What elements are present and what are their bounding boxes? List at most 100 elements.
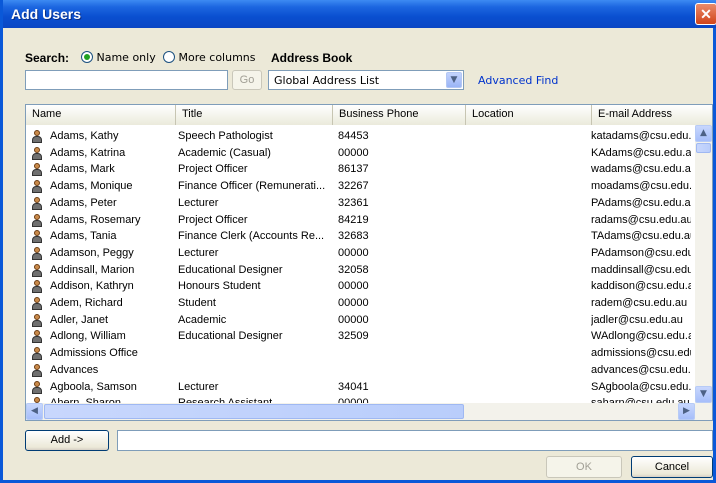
cell-location (472, 328, 587, 344)
chevron-up-icon[interactable]: ▲ (695, 125, 712, 142)
add-users-dialog: Add Users ✕ Search: Name only More colum… (0, 0, 716, 483)
cell-title: Project Officer (178, 213, 248, 226)
cell-name: Agboola, Samson (50, 380, 137, 393)
cell-location (472, 312, 587, 328)
cell-location (472, 379, 587, 395)
chevron-down-icon[interactable]: ▼ (446, 72, 462, 88)
address-book-dropdown[interactable]: Global Address List ▼ (268, 70, 464, 90)
column-header-location[interactable]: Location (466, 105, 592, 125)
window-title: Add Users (11, 6, 82, 22)
cell-title: Educational Designer (178, 330, 283, 343)
table-row[interactable]: Adams, Mark Project Officer 86137 wadams@cs… (26, 161, 694, 177)
table-row[interactable]: Adams, Kathy Speech Pathologist 84453 katad… (26, 128, 694, 144)
ok-button[interactable]: OK (546, 456, 622, 478)
cell-location (472, 362, 587, 378)
table-row[interactable]: Advances advances@csu.edu.au (26, 362, 694, 378)
table-row[interactable]: Agboola, Samson Lecturer 34041 SAgboola@csu… (26, 379, 694, 395)
close-icon: ✕ (700, 6, 712, 22)
cancel-button[interactable]: Cancel (631, 456, 713, 478)
cell-phone: 00000 (338, 246, 369, 259)
cell-email: advances@csu.edu.au (591, 363, 691, 376)
cell-email: PAdams@csu.edu.au (591, 196, 691, 209)
user-icon (32, 230, 42, 244)
cell-name: Advances (50, 363, 99, 376)
add-button[interactable]: Add -> (25, 430, 109, 451)
column-header-title[interactable]: Title (176, 105, 333, 125)
user-icon (32, 246, 42, 260)
vertical-scroll-thumb[interactable] (696, 143, 711, 153)
cell-location (472, 212, 587, 228)
title-bar[interactable]: Add Users ✕ (3, 0, 716, 28)
go-button[interactable]: Go (232, 70, 262, 90)
add-recipients-field[interactable] (117, 430, 713, 451)
user-icon (32, 180, 42, 194)
cell-name: Adams, Mark (50, 163, 115, 176)
user-icon (32, 347, 42, 361)
cell-phone: 00000 (338, 297, 369, 309)
cell-email: kaddison@csu.edu.au (591, 280, 691, 293)
cell-title: Lecturer (178, 380, 219, 393)
cell-location (472, 345, 587, 361)
cell-location (472, 262, 587, 278)
cell-name: Adams, Monique (50, 180, 133, 193)
cell-title: Student (178, 297, 216, 309)
user-icon (32, 130, 42, 143)
search-label: Search: (25, 51, 70, 65)
table-row[interactable]: Adlong, William Educational Designer 32509… (26, 328, 694, 344)
user-icon (32, 363, 42, 377)
column-header-phone[interactable]: Business Phone (333, 105, 466, 125)
chevron-down-icon[interactable]: ▼ (695, 386, 712, 403)
cell-phone: 00000 (338, 313, 369, 326)
table-row[interactable]: Adamson, Peggy Lecturer 00000 PAdamson@csu.… (26, 245, 694, 261)
horizontal-scrollbar[interactable]: ◀ ▶ (26, 403, 712, 420)
users-list[interactable]: Name Title Business Phone Location E-mai… (25, 104, 713, 421)
cell-name: Adams, Kathy (50, 130, 119, 142)
table-row[interactable]: Adler, Janet Academic 00000 jadler@csu.edu.… (26, 312, 694, 328)
cell-phone: 00000 (338, 280, 369, 293)
horizontal-scroll-thumb[interactable] (44, 404, 464, 419)
cell-title: Lecturer (178, 246, 219, 259)
chevron-left-icon[interactable]: ◀ (26, 403, 43, 420)
user-icon (32, 213, 42, 227)
radio-more-columns-indicator[interactable] (163, 51, 175, 63)
cell-email: admissions@csu.edu.au (591, 347, 691, 360)
cell-phone (338, 345, 468, 361)
cell-email: WAdlong@csu.edu.au (591, 330, 691, 343)
table-row[interactable]: Adams, Peter Lecturer 32361 PAdams@csu.edu.… (26, 195, 694, 211)
table-row[interactable]: Admissions Office admissions@csu.edu.au (26, 345, 694, 361)
cell-phone: 32267 (338, 180, 369, 193)
list-header: Name Title Business Phone Location E-mai… (26, 105, 712, 125)
cell-location (472, 195, 587, 211)
chevron-right-icon[interactable]: ▶ (678, 403, 695, 420)
table-row[interactable]: Addison, Kathryn Honours Student 00000 kadd… (26, 278, 694, 294)
table-row[interactable]: Adams, Katrina Academic (Casual) 00000 KAda… (26, 145, 694, 161)
column-header-name[interactable]: Name (26, 105, 176, 125)
table-row[interactable]: Adem, Richard Student 00000 radem@csu.edu.a… (26, 295, 694, 311)
cell-location (472, 145, 587, 161)
cell-name: Adams, Peter (50, 196, 117, 209)
cell-title (178, 362, 334, 378)
search-input[interactable] (25, 70, 228, 90)
radio-more-columns-label: More columns (178, 51, 256, 64)
cell-phone: 86137 (338, 163, 369, 176)
table-row[interactable]: Adams, Tania Finance Clerk (Accounts Re..… (26, 228, 694, 244)
user-icon (32, 280, 42, 294)
cell-name: Adams, Tania (50, 230, 117, 243)
radio-name-only-indicator[interactable] (81, 51, 93, 63)
cell-phone: 32509 (338, 330, 369, 343)
user-icon (32, 263, 42, 277)
radio-name-only[interactable]: Name only (81, 51, 156, 64)
table-row[interactable]: Addinsall, Marion Educational Designer 320… (26, 262, 694, 278)
cell-name: Addinsall, Marion (50, 263, 135, 276)
cell-name: Adlong, William (50, 330, 126, 343)
cell-title: Speech Pathologist (178, 130, 273, 142)
cell-phone: 32058 (338, 263, 369, 276)
table-row[interactable]: Adams, Rosemary Project Officer 84219 radam… (26, 212, 694, 228)
vertical-scrollbar[interactable]: ▲ ▼ (695, 125, 712, 403)
table-row[interactable]: Adams, Monique Finance Officer (Remunerat… (26, 178, 694, 194)
advanced-find-link[interactable]: Advanced Find (478, 74, 558, 87)
cell-phone (338, 362, 468, 378)
close-button[interactable]: ✕ (695, 3, 716, 25)
radio-more-columns[interactable]: More columns (163, 51, 256, 64)
column-header-email[interactable]: E-mail Address (592, 105, 712, 125)
